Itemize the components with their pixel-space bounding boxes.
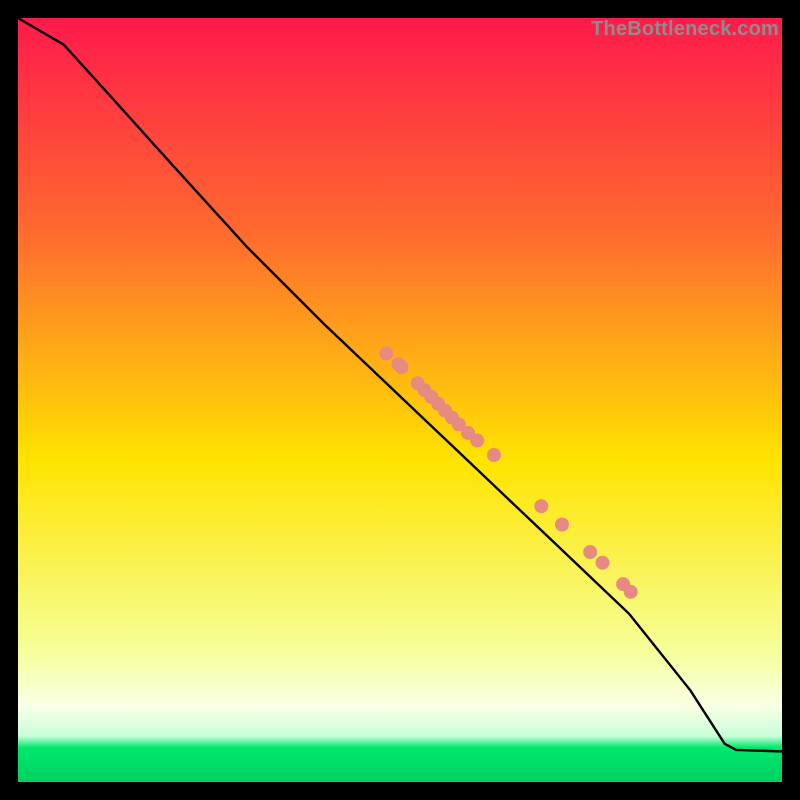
data-point xyxy=(555,518,569,532)
data-point xyxy=(395,360,409,374)
data-point xyxy=(624,585,638,599)
data-point xyxy=(487,448,501,462)
watermark-text: TheBottleneck.com xyxy=(591,18,779,41)
chart-svg xyxy=(18,18,782,782)
data-point xyxy=(583,545,597,559)
data-point xyxy=(470,434,484,448)
data-point xyxy=(379,346,393,360)
chart-frame: TheBottleneck.com xyxy=(18,18,782,782)
data-point xyxy=(534,499,548,513)
data-point xyxy=(596,556,610,570)
plot-area: TheBottleneck.com xyxy=(18,18,782,782)
gradient-background xyxy=(18,18,782,782)
